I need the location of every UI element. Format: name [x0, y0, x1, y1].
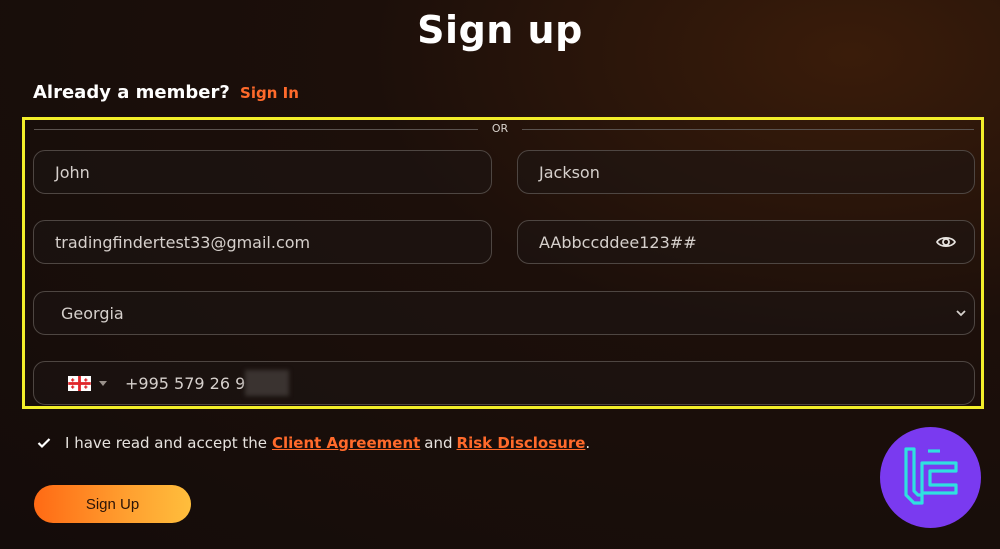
- chevron-down-icon: [956, 310, 966, 317]
- tradingfinder-logo: [880, 427, 981, 528]
- eye-icon[interactable]: [936, 234, 956, 250]
- or-divider: OR: [34, 122, 974, 136]
- risk-disclosure-link[interactable]: Risk Disclosure: [457, 434, 586, 452]
- checkmark-icon: [37, 438, 51, 449]
- page-title: Sign up: [417, 8, 583, 52]
- already-member-text: Already a member?: [33, 82, 230, 103]
- sign-in-link[interactable]: Sign In: [240, 84, 299, 102]
- agreement-row: I have read and accept the Client Agreem…: [35, 434, 590, 452]
- phone-value: +995 579 26 9: [125, 373, 246, 393]
- country-value: Georgia: [61, 303, 124, 323]
- tradingfinder-logo-icon: [904, 447, 958, 505]
- divider-line-right: [522, 129, 974, 130]
- already-member-row: Already a member? Sign In: [33, 82, 299, 103]
- agreement-period: .: [585, 434, 591, 452]
- sign-up-button[interactable]: Sign Up: [34, 485, 191, 523]
- first-name-field[interactable]: John: [33, 150, 492, 194]
- georgia-flag-icon: [68, 375, 91, 391]
- agreement-checkbox[interactable]: [35, 434, 53, 452]
- last-name-value: Jackson: [539, 162, 600, 182]
- client-agreement-link[interactable]: Client Agreement: [272, 434, 420, 452]
- divider-line-left: [34, 129, 478, 130]
- agreement-text: I have read and accept the: [65, 434, 268, 452]
- phone-field[interactable]: +995 579 26 9: [33, 361, 975, 405]
- email-field[interactable]: tradingfindertest33@gmail.com: [33, 220, 492, 264]
- password-value: AAbbccddee123##: [539, 232, 697, 252]
- country-select[interactable]: Georgia: [33, 291, 975, 335]
- country-code-dropdown[interactable]: [68, 375, 107, 391]
- first-name-value: John: [55, 162, 90, 182]
- last-name-field[interactable]: Jackson: [517, 150, 975, 194]
- redacted-blur: [245, 370, 290, 396]
- email-value: tradingfindertest33@gmail.com: [55, 232, 311, 252]
- or-text: OR: [491, 122, 509, 135]
- caret-down-icon: [99, 380, 107, 386]
- password-field[interactable]: AAbbccddee123##: [517, 220, 975, 264]
- agreement-and: and: [424, 434, 453, 452]
